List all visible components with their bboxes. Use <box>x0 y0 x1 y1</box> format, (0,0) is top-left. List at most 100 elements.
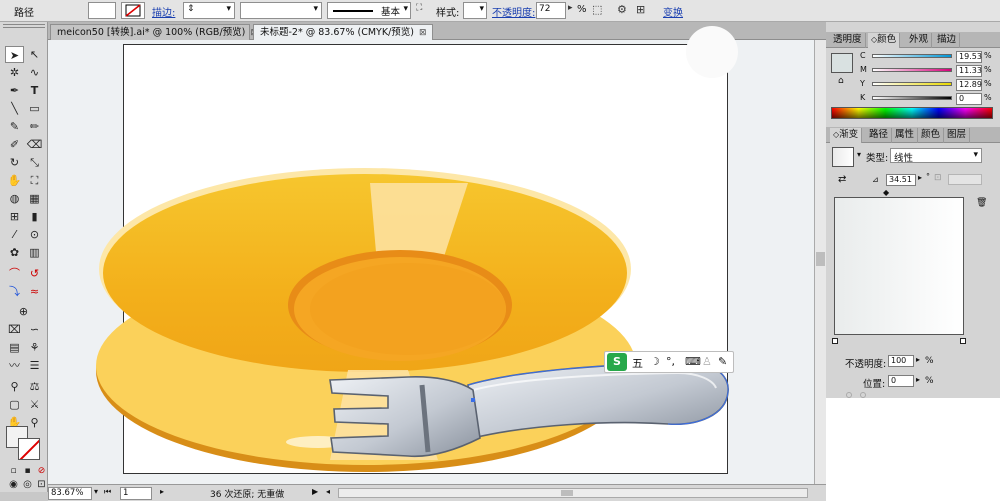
artwork[interactable] <box>48 40 814 484</box>
stop-opacity-input[interactable]: 100 <box>888 355 914 367</box>
scale-tool-icon[interactable]: ⤡ <box>25 154 44 171</box>
opacity-stepper-icon[interactable]: ▸ <box>568 3 573 13</box>
pen-tool-icon[interactable]: ✒ <box>5 82 24 99</box>
recolor-icon[interactable]: ⬚ <box>592 3 602 16</box>
type-tool-icon[interactable]: T <box>25 82 44 99</box>
tab-color-2[interactable]: 颜色 <box>918 128 945 143</box>
direct-select-tool-icon[interactable]: ↖ <box>25 46 44 63</box>
symbol-sprayer-icon[interactable]: ✿ <box>5 244 24 261</box>
select-tool-icon[interactable]: ➤ <box>5 46 24 63</box>
opacity-link[interactable]: 不透明度: <box>492 4 535 19</box>
tab-layers[interactable]: 图层 <box>944 128 971 143</box>
gradient-stop-left[interactable] <box>832 338 838 344</box>
slice-tool-icon[interactable]: ∽ <box>25 321 44 338</box>
cyan-value[interactable]: 19.53 <box>956 51 982 63</box>
eyedropper-2-icon[interactable]: ⚲ <box>5 378 24 395</box>
current-color-swatch[interactable] <box>831 53 853 73</box>
midpoint-diamond-icon[interactable]: ◆ <box>883 188 889 197</box>
reverse-gradient-icon[interactable]: ⇄ <box>838 174 846 185</box>
moon-icon[interactable]: ☽ <box>650 355 660 368</box>
shape-builder-icon[interactable]: ◍ <box>5 190 24 207</box>
tab-pathfinder[interactable]: 路径 <box>866 128 893 143</box>
gradient-tool-icon[interactable]: ▮ <box>25 208 44 225</box>
column-graph-icon[interactable]: ▥ <box>25 244 44 261</box>
punctuation-icon[interactable]: °, <box>666 355 675 368</box>
angle-stepper-icon[interactable]: ▸ <box>918 173 922 182</box>
scroll-left-icon[interactable]: ◂ <box>326 487 330 496</box>
transform-link[interactable]: 变换 <box>663 4 683 19</box>
brush-definition-select[interactable]: 基本 ▾ <box>327 2 411 19</box>
gradient-swatch[interactable] <box>832 147 854 167</box>
ime-toolbar[interactable]: S 五 ☽ °, ⌨ ♙ ✎ <box>604 351 734 373</box>
align-icon[interactable]: ⊞ <box>636 3 645 16</box>
eraser-icon[interactable]: ⌫ <box>25 136 44 153</box>
angle-input[interactable]: 34.51 <box>886 174 916 186</box>
pen-anchor-icon[interactable]: ⌒ <box>5 265 24 282</box>
color-spectrum[interactable] <box>831 107 993 119</box>
keyboard-icon[interactable]: ⌨ <box>685 355 701 368</box>
curvature-icon[interactable]: ↺ <box>25 265 44 282</box>
tab-stroke[interactable]: 描边 <box>934 33 961 48</box>
yellow-value[interactable]: 12.89 <box>956 79 982 91</box>
stroke-swatch[interactable] <box>121 2 145 19</box>
doc-tab-2[interactable]: 未标题-2* @ 83.67% (CMYK/预览) ⊠ <box>253 24 433 40</box>
black-slider[interactable] <box>872 96 952 100</box>
yellow-slider[interactable] <box>872 82 952 86</box>
eyedropper-icon[interactable]: ⁄ <box>5 226 24 243</box>
gradient-stop-right[interactable] <box>960 338 966 344</box>
rectangle-tool-icon[interactable]: ▭ <box>25 100 44 117</box>
mesh-tool-icon[interactable]: ⊞ <box>5 208 24 225</box>
tab-transparency[interactable]: 透明度 <box>830 33 866 48</box>
fill-swatch[interactable] <box>88 2 116 19</box>
ime-logo-icon[interactable]: S <box>607 353 627 371</box>
warp-tool-icon[interactable]: ✋ <box>5 172 24 189</box>
brush-options-icon[interactable]: ⛶ <box>416 3 422 13</box>
knife-icon[interactable]: ⚔ <box>25 396 44 413</box>
stroke-link[interactable]: 描边: <box>152 4 175 19</box>
vertical-scrollbar[interactable] <box>814 40 826 484</box>
cyan-slider[interactable] <box>872 54 952 58</box>
tab-appearance[interactable]: 外观 <box>906 33 933 48</box>
tab-gradient[interactable]: ◇渐变 <box>830 128 863 143</box>
paintbrush-icon[interactable]: ✎ <box>5 118 24 135</box>
stepper-icon[interactable]: ▸ <box>916 355 920 364</box>
gear-icon[interactable]: ⚙ <box>617 3 627 16</box>
artboard-number-field[interactable]: 1 <box>120 487 152 500</box>
blob-brush-icon[interactable]: ✐ <box>5 136 24 153</box>
horizontal-scrollbar[interactable] <box>338 488 808 498</box>
magenta-slider[interactable] <box>872 68 952 72</box>
out-of-gamut-icon[interactable]: ⌂ <box>838 76 844 86</box>
width-tool-icon[interactable]: ⤵ <box>5 283 24 300</box>
black-value[interactable]: 0 <box>956 93 982 105</box>
ime-mode[interactable]: 五 <box>632 355 643 371</box>
blend-tool-icon[interactable]: ⊙ <box>25 226 44 243</box>
variable-width-select[interactable]: ▾ <box>240 2 322 19</box>
tab-attributes[interactable]: 属性 <box>892 128 919 143</box>
tab-color[interactable]: ◇颜色 <box>868 33 901 48</box>
lasso-icon[interactable]: ∿ <box>25 64 44 81</box>
next-artboard-icon[interactable]: ▸ <box>160 487 164 496</box>
delete-stop-icon[interactable]: 🗑 <box>976 198 987 208</box>
scroll-thumb[interactable] <box>816 252 825 266</box>
pencil-icon[interactable]: ✏ <box>25 118 44 135</box>
first-artboard-icon[interactable]: ⏮ <box>104 487 111 497</box>
artboard-tool-icon[interactable]: ⌧ <box>5 321 24 338</box>
path-icon[interactable]: 〰 <box>5 357 24 374</box>
magic-wand-icon[interactable]: ✲ <box>5 64 24 81</box>
scroll-thumb[interactable] <box>561 490 573 496</box>
close-icon[interactable]: ⊠ <box>419 28 427 38</box>
reshape-icon[interactable]: ≈ <box>25 283 44 300</box>
stroke-weight-select[interactable]: ⇕ ▾ <box>183 2 235 19</box>
gradient-type-select[interactable]: 线性 ▾ <box>890 148 982 164</box>
chevron-down-icon[interactable]: ▾ <box>857 150 861 159</box>
graphic-style-select[interactable]: ▾ <box>463 2 487 19</box>
stepper-icon[interactable]: ▸ <box>916 375 920 384</box>
crosshair-icon[interactable]: ⊕ <box>14 303 33 320</box>
chevron-down-icon[interactable]: ▾ <box>94 487 98 496</box>
artboard-icon[interactable]: ▢ <box>5 396 24 413</box>
list-icon[interactable]: ☰ <box>25 357 44 374</box>
gradient-preview[interactable] <box>834 197 964 335</box>
perspective-grid-icon[interactable]: ▦ <box>25 190 44 207</box>
location-input[interactable]: 0 <box>888 375 914 387</box>
line-tool-icon[interactable]: ╲ <box>5 100 24 117</box>
